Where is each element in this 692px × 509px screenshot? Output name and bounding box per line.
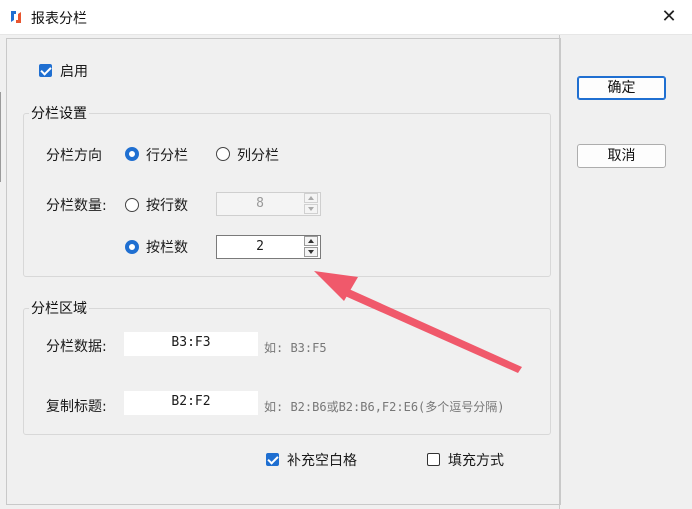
data-range-label: 分栏数据: <box>46 339 107 355</box>
app-logo-icon <box>11 11 21 23</box>
close-icon[interactable]: ✕ <box>658 6 680 28</box>
annotation-arrow-icon <box>314 271 522 373</box>
rows-count-spin <box>304 193 320 215</box>
ok-button[interactable]: 确定 <box>577 76 666 100</box>
fill-mode-label[interactable]: 填充方式 <box>448 450 504 470</box>
title-bar: 报表分栏 ✕ <box>0 0 692 35</box>
fill-mode-checkbox[interactable] <box>427 453 440 466</box>
rows-count-value: 8 <box>256 196 264 211</box>
columns-increment-icon[interactable] <box>304 236 318 246</box>
copy-title-hint: 如: B2:B6或B2:B6,F2:E6(多个逗号分隔) <box>264 400 505 414</box>
count-label: 分栏数量: <box>46 198 107 214</box>
copy-title-input[interactable]: B2:F2 <box>124 391 258 415</box>
rows-increment-icon <box>304 193 318 203</box>
enable-checkbox[interactable] <box>39 64 52 77</box>
fill-blank-checkbox[interactable] <box>266 453 279 466</box>
rows-decrement-icon <box>304 204 318 214</box>
cancel-button[interactable]: 取消 <box>577 144 666 168</box>
column-split-radio[interactable] <box>216 147 230 161</box>
panel-divider <box>559 35 560 509</box>
by-columns-label[interactable]: 按栏数 <box>146 237 188 257</box>
direction-label: 分栏方向 <box>46 148 102 164</box>
row-split-label[interactable]: 行分栏 <box>146 145 188 165</box>
fill-blank-label[interactable]: 补充空白格 <box>287 450 357 470</box>
column-region-group-label: 分栏区域 <box>29 298 89 318</box>
rows-count-stepper: 8 <box>216 192 321 216</box>
by-columns-radio[interactable] <box>125 240 139 254</box>
by-rows-label[interactable]: 按行数 <box>146 195 188 215</box>
data-range-input[interactable]: B3:F3 <box>124 332 258 356</box>
enable-label[interactable]: 启用 <box>60 61 88 81</box>
left-edge-decoration <box>0 92 4 182</box>
column-split-label[interactable]: 列分栏 <box>237 145 279 165</box>
window-title: 报表分栏 <box>31 11 87 27</box>
copy-title-label: 复制标题: <box>46 399 107 415</box>
columns-count-value[interactable]: 2 <box>217 236 303 258</box>
row-split-radio[interactable] <box>125 147 139 161</box>
column-settings-group-label: 分栏设置 <box>29 103 89 123</box>
by-rows-radio[interactable] <box>125 198 139 212</box>
